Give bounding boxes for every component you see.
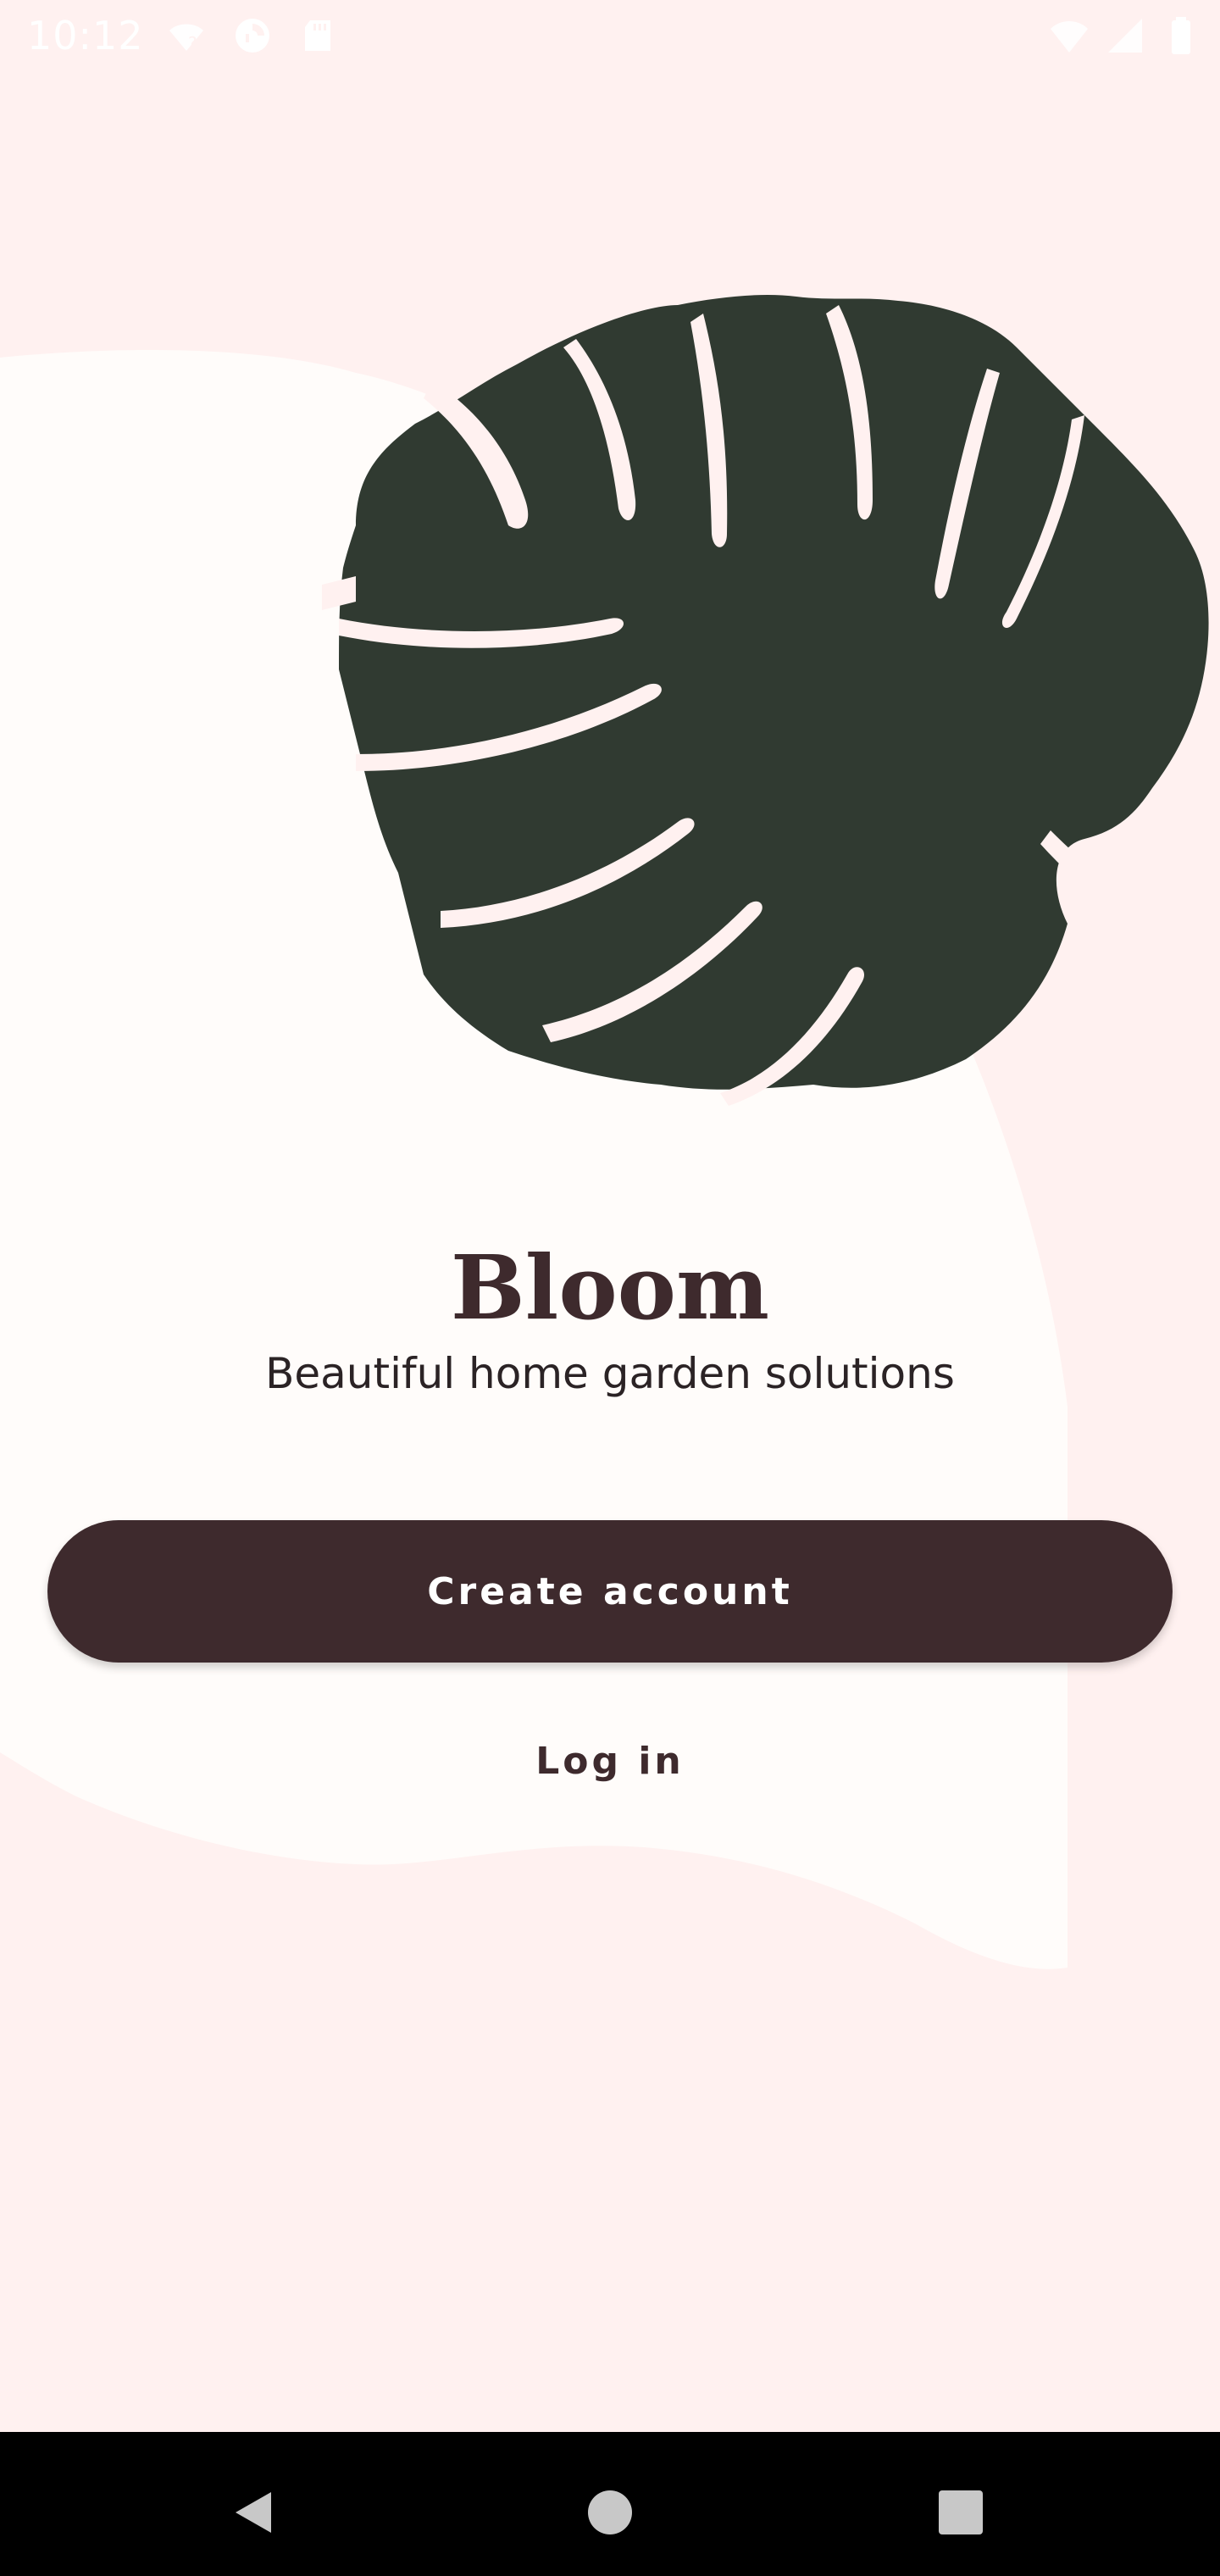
login-button[interactable]: Log in xyxy=(441,1720,779,1802)
back-icon xyxy=(236,2492,271,2533)
app-tagline: Beautiful home garden solutions xyxy=(265,1349,955,1398)
monstera-leaf-icon xyxy=(322,295,1209,1106)
data-saver-icon xyxy=(236,19,269,53)
home-icon xyxy=(588,2490,632,2534)
app-title: Bloom xyxy=(450,1235,770,1340)
nav-back-button[interactable] xyxy=(203,2466,305,2559)
wifi-signal-icon xyxy=(1051,21,1088,53)
battery-icon xyxy=(1172,17,1190,54)
status-time: 10:12 xyxy=(27,13,144,58)
create-account-button[interactable]: Create account xyxy=(47,1520,1173,1663)
sd-card-icon xyxy=(305,20,330,51)
wifi-question-icon: ? xyxy=(169,24,203,53)
welcome-screen: 10:12 ? Bloom Beautiful home garden solu… xyxy=(0,0,1220,2576)
nav-recents-button[interactable] xyxy=(910,2466,1012,2559)
status-bar: 10:12 ? xyxy=(0,0,1220,69)
cell-signal-icon xyxy=(1108,19,1142,53)
system-navigation-bar xyxy=(0,2432,1220,2576)
svg-text:?: ? xyxy=(188,33,197,53)
recents-icon xyxy=(939,2490,983,2534)
nav-home-button[interactable] xyxy=(559,2466,661,2559)
